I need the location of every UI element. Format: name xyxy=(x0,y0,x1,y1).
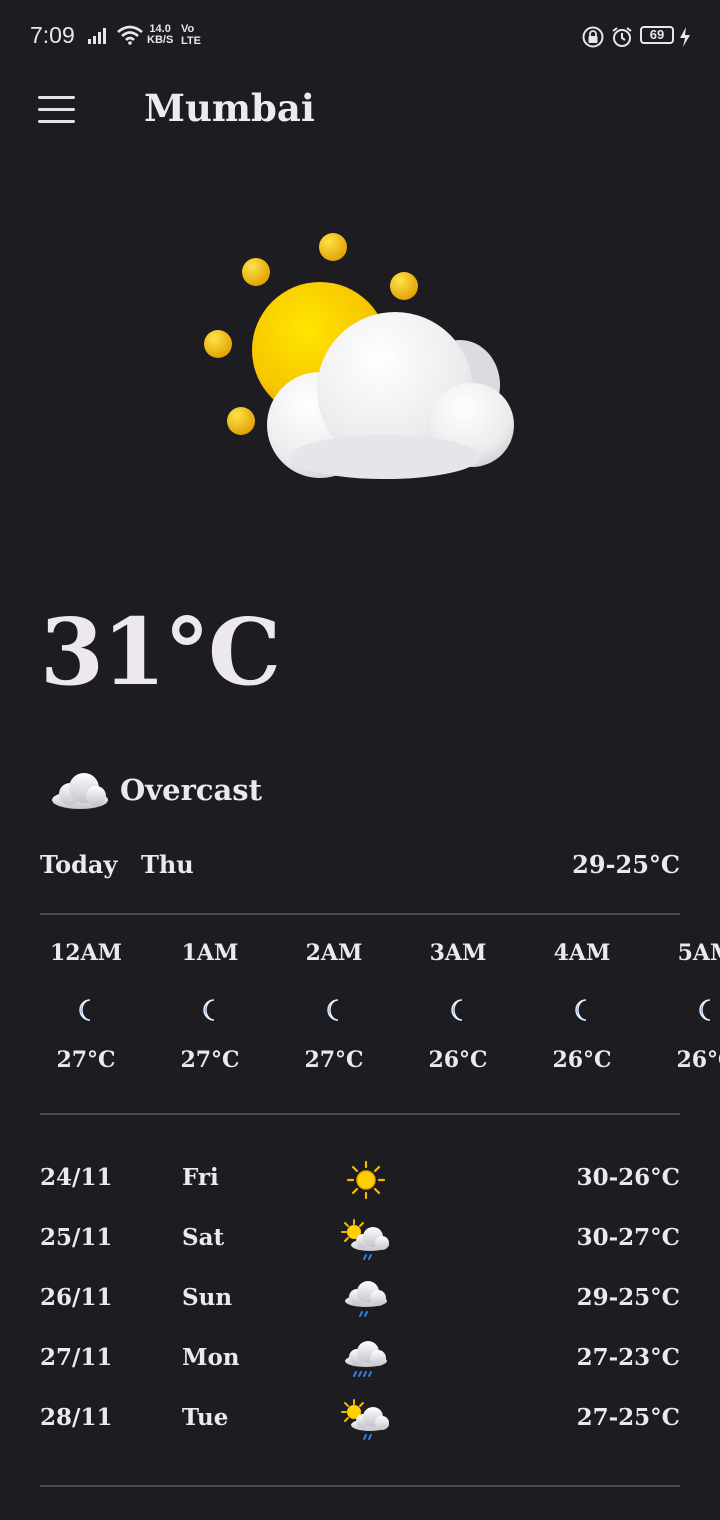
crescent-moon-icon[interactable] xyxy=(652,88,690,130)
hour-time: 5AM xyxy=(677,940,720,966)
today-label: Today xyxy=(40,850,118,879)
daily-temp-range: 27-23°C xyxy=(576,1344,680,1371)
current-temperature: 31°C xyxy=(40,598,281,706)
daily-date: 28/11 xyxy=(40,1404,113,1431)
cloud-heavy-rain-icon xyxy=(345,1341,387,1377)
daily-temp-range: 30-27°C xyxy=(576,1224,680,1251)
daily-temp-range: 29-25°C xyxy=(576,1284,680,1311)
network-speed-unit: KB/S xyxy=(147,34,174,46)
daily-row[interactable]: 25/11 Sat 30-27°C xyxy=(0,1210,720,1270)
daily-temp-range: 30-26°C xyxy=(576,1164,680,1191)
cloud-rain-icon xyxy=(345,1281,387,1317)
hour-item: 12AM 27°C xyxy=(40,935,132,1075)
daily-date: 24/11 xyxy=(40,1164,113,1191)
moon-icon xyxy=(451,999,463,1021)
sun-icon xyxy=(346,1160,386,1200)
hour-time: 2AM xyxy=(305,940,363,966)
sun-cloud-rain-icon xyxy=(341,1399,389,1440)
moon-icon xyxy=(79,999,91,1021)
hour-time: 3AM xyxy=(429,940,487,966)
moon-icon xyxy=(203,999,215,1021)
daily-date: 27/11 xyxy=(40,1344,113,1371)
wifi-icon xyxy=(117,25,143,45)
moon-icon xyxy=(699,999,711,1021)
daily-temp-range: 27-25°C xyxy=(576,1404,680,1431)
daily-day: Sun xyxy=(182,1284,233,1311)
hour-item: 4AM 26°C xyxy=(536,935,628,1075)
daily-date: 26/11 xyxy=(40,1284,113,1311)
status-time: 7:09 xyxy=(30,22,75,48)
daily-day: Mon xyxy=(182,1344,240,1371)
hour-temp: 26°C xyxy=(428,1047,488,1073)
hamburger-menu-icon[interactable] xyxy=(38,96,75,123)
hour-temp: 26°C xyxy=(676,1047,720,1073)
hour-temp: 26°C xyxy=(552,1047,612,1073)
hour-temp: 27°C xyxy=(304,1047,364,1073)
sun-cloud-rain-icon xyxy=(341,1219,389,1260)
volte-bottom: LTE xyxy=(181,35,201,47)
divider xyxy=(40,913,680,915)
daily-row[interactable]: 28/11 Tue 27-25°C xyxy=(0,1390,720,1450)
alarm-icon xyxy=(612,27,632,47)
daily-day: Fri xyxy=(182,1164,219,1191)
hour-item: 2AM 27°C xyxy=(288,935,380,1075)
cloud-icon xyxy=(52,773,108,809)
hour-time: 1AM xyxy=(181,940,239,966)
status-bar: 7:09 14.0 KB/S Vo LTE 69 xyxy=(0,0,720,72)
daily-row[interactable]: 26/11 Sun 29-25°C xyxy=(0,1270,720,1330)
hour-item: 5AM 26°C xyxy=(660,935,720,1075)
today-day: Thu xyxy=(141,850,194,879)
charging-bolt-icon xyxy=(680,27,690,47)
daily-row[interactable]: 27/11 Mon 27-23°C xyxy=(0,1330,720,1390)
daily-row[interactable]: 24/11 Fri 30-26°C xyxy=(0,1150,720,1210)
today-temp-range: 29-25°C xyxy=(572,850,680,879)
volte-indicator: Vo LTE xyxy=(181,23,201,47)
daily-day: Sat xyxy=(182,1224,225,1251)
sun-behind-cloud-icon xyxy=(204,233,514,479)
city-title: Mumbai xyxy=(144,86,315,130)
moon-icon xyxy=(575,999,587,1021)
divider xyxy=(40,1113,680,1115)
hour-item: 3AM 26°C xyxy=(412,935,504,1075)
divider xyxy=(40,1485,680,1487)
lock-rotation-icon xyxy=(582,26,604,48)
volte-top: Vo xyxy=(181,23,195,35)
hour-temp: 27°C xyxy=(56,1047,116,1073)
battery-indicator: 69 xyxy=(640,26,674,44)
daily-day: Tue xyxy=(182,1404,229,1431)
moon-icon xyxy=(327,999,339,1021)
hour-temp: 27°C xyxy=(180,1047,240,1073)
signal-icon xyxy=(88,28,106,44)
hour-item: 1AM 27°C xyxy=(164,935,256,1075)
hourly-forecast[interactable]: 12AM 27°C 1AM 27°C 2AM 27°C 3AM 26°C 4AM… xyxy=(0,935,720,1095)
condition-label: Overcast xyxy=(120,773,263,807)
hour-time: 12AM xyxy=(49,940,123,966)
network-speed: 14.0 KB/S xyxy=(147,24,173,46)
daily-date: 25/11 xyxy=(40,1224,113,1251)
hour-time: 4AM xyxy=(553,940,611,966)
